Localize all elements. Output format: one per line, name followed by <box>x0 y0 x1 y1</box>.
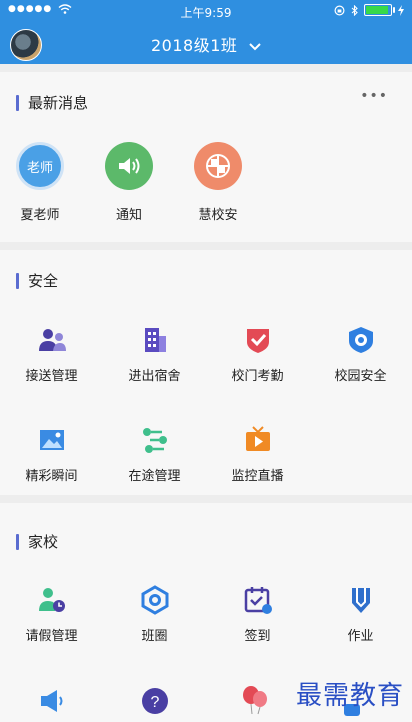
grid-item-campus-safety[interactable]: 校园安全 <box>309 325 412 384</box>
grid-item-highlights[interactable]: 精彩瞬间 <box>0 425 103 484</box>
news-item-notice[interactable]: 通知 <box>89 142 169 223</box>
question-icon[interactable]: ? <box>140 686 170 716</box>
grid-item-dorm[interactable]: 进出宿舍 <box>103 325 206 384</box>
news-title: 最新消息 <box>28 94 89 112</box>
person-clock-icon <box>38 588 65 612</box>
grid-item-pickup[interactable]: 接送管理 <box>0 325 103 384</box>
pen-icon <box>351 588 370 613</box>
grid-item-label: 进出宿舍 <box>128 369 181 384</box>
balloon-icon[interactable] <box>240 684 270 716</box>
picture-icon <box>39 430 64 450</box>
class-selector[interactable]: 2018级1班 <box>0 32 412 56</box>
grid-item-label: 监控直播 <box>231 469 284 484</box>
safety-section: 安全 接送管理 进出宿舍 校门考勤 校园安全 精彩瞬间 在途管理 监控直播 <box>0 250 412 495</box>
grid-item-checkin[interactable]: 签到 <box>206 585 309 644</box>
grid-item-homework[interactable]: 作业 <box>309 585 412 644</box>
grid-item-live-monitor[interactable]: 监控直播 <box>206 425 309 484</box>
hexagon-icon <box>141 585 168 615</box>
campus-safety-icon <box>194 142 242 190</box>
grid-item-label: 签到 <box>244 629 271 644</box>
route-icon <box>142 428 167 453</box>
section-title-news: 最新消息 <box>16 92 88 113</box>
grid-item-label: 精彩瞬间 <box>25 469 78 484</box>
news-item-teacher[interactable]: 老师 夏老师 <box>0 142 80 223</box>
watermark: 最需教育 <box>295 681 404 711</box>
news-item-label: 夏老师 <box>20 208 60 223</box>
grid-item-gate-attendance[interactable]: 校门考勤 <box>206 325 309 384</box>
teacher-avatar: 老师 <box>16 142 64 190</box>
news-item-campus-safety[interactable]: 慧校安 <box>178 142 258 223</box>
section-bar <box>16 94 19 111</box>
more-button[interactable]: ••• <box>360 88 388 104</box>
shield-check-icon <box>246 329 269 353</box>
svg-text:?: ? <box>151 694 160 711</box>
grid-item-label: 在途管理 <box>128 469 181 484</box>
safety-title: 安全 <box>28 272 59 290</box>
grid-item-label: 请假管理 <box>25 629 78 644</box>
news-item-label: 慧校安 <box>198 208 238 223</box>
lock-rotation-icon <box>334 4 345 16</box>
teacher-badge: 老师 <box>26 160 53 176</box>
status-bar: ●●●●● 上午9:59 <box>0 0 412 22</box>
speaker-icon <box>105 142 153 190</box>
megaphone-icon[interactable] <box>37 686 67 716</box>
bluetooth-icon <box>351 4 358 16</box>
building-icon <box>144 328 166 352</box>
grid-item-leave[interactable]: 请假管理 <box>0 585 103 644</box>
grid-item-label: 班圈 <box>141 629 168 644</box>
badge-icon <box>348 327 373 353</box>
grid-item-label: 接送管理 <box>25 369 78 384</box>
news-section: 最新消息 ••• 老师 夏老师 通知 慧校安 <box>0 72 412 242</box>
section-title-home-school: 家校 <box>16 531 58 552</box>
people-icon <box>38 329 66 351</box>
app-header: 2018级1班 <box>0 22 412 64</box>
battery-icon <box>364 4 395 16</box>
charging-icon <box>398 4 404 16</box>
grid-item-class-circle[interactable]: 班圈 <box>103 585 206 644</box>
section-title-safety: 安全 <box>16 270 58 291</box>
grid-item-label: 作业 <box>347 629 374 644</box>
chevron-down-icon <box>249 42 261 50</box>
calendar-check-icon <box>244 587 272 614</box>
grid-item-label: 校门考勤 <box>231 369 284 384</box>
tv-play-icon <box>245 426 270 451</box>
home-school-title: 家校 <box>28 533 59 551</box>
class-title: 2018级1班 <box>151 36 238 55</box>
grid-item-route[interactable]: 在途管理 <box>103 425 206 484</box>
section-bar <box>16 533 19 550</box>
grid-item-label: 校园安全 <box>334 369 387 384</box>
section-bar <box>16 272 19 289</box>
news-item-label: 通知 <box>115 208 142 223</box>
